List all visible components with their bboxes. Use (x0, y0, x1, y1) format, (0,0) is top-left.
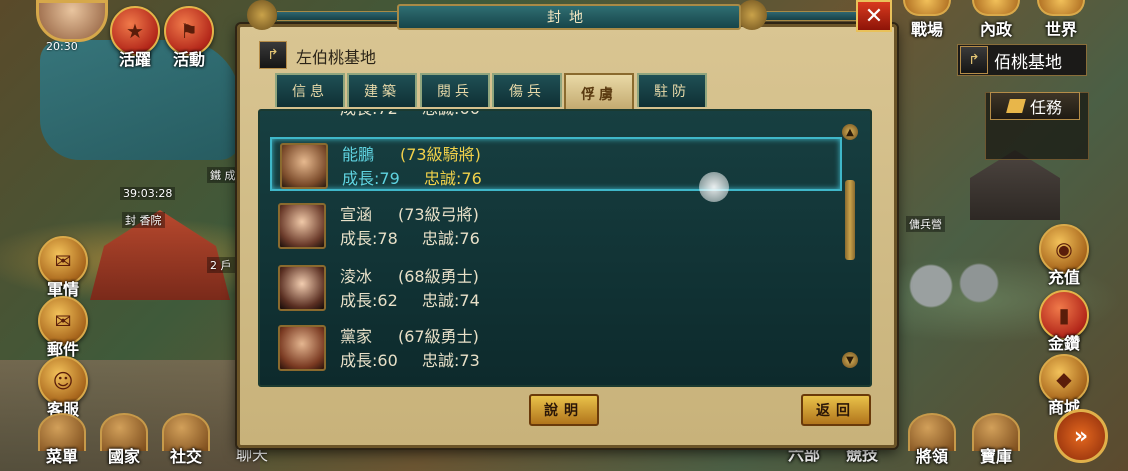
scrollbar-thumb[interactable] (845, 180, 855, 260)
ornament-icon (247, 0, 277, 30)
battlefield-icon (903, 0, 951, 16)
world-icon (1037, 0, 1085, 16)
diamond-button[interactable]: ▮ 金鑽 (1035, 290, 1093, 354)
dialog-title-bar: 封地 (247, 0, 901, 30)
map-label: 2 戶 (207, 257, 235, 273)
return-arrow-icon[interactable]: ↱ (259, 41, 287, 69)
close-button[interactable]: ✕ (856, 0, 892, 32)
menu-button[interactable]: 菜單 (32, 413, 92, 467)
touch-indicator (699, 172, 729, 202)
captive-rank: (73級弓將) (398, 205, 479, 224)
map-label: 封 香院 (122, 212, 165, 228)
mail-button[interactable]: ✉ 郵件 (34, 296, 92, 360)
captive-loyalty: 忠誠:76 (422, 229, 480, 248)
list-item[interactable]: 宣涵 (73級弓將) 成長:78 忠誠:76 (270, 199, 838, 249)
captive-rank: (68級勇士) (398, 267, 479, 286)
next-arrow-button[interactable]: » (1054, 409, 1108, 463)
map-label: 39:03:28 (120, 187, 176, 200)
captive-rank: (73級騎將) (400, 145, 481, 164)
tab-info[interactable]: 信息 (275, 73, 345, 107)
captive-growth: 成長:79 (342, 169, 400, 188)
captive-rank: (67級勇士) (398, 327, 479, 346)
captive-name: 宣涵 (340, 205, 373, 224)
tab-garrison[interactable]: 駐防 (637, 73, 707, 107)
army-tents (895, 250, 1015, 310)
captive-name: 黨家 (340, 327, 373, 346)
captive-growth: 成長:62 (340, 291, 398, 310)
help-button[interactable]: 說明 (529, 394, 599, 426)
timer-text: 20:30 (46, 40, 78, 53)
captive-list[interactable]: 成長:72 忠誠:66 能鵬 (73級騎將) 成長:79 忠誠:76 宣涵 (7… (258, 109, 872, 387)
list-item[interactable]: 黨家 (67級勇士) 成長:60 忠誠:73 (270, 321, 838, 371)
captive-name: 能鵬 (342, 145, 375, 164)
return-arrow-icon[interactable]: ↱ (960, 46, 988, 74)
military-report-button[interactable]: ✉ 軍情 (34, 236, 92, 300)
world-button[interactable]: 世界 (1031, 0, 1091, 40)
tab-buildings[interactable]: 建築 (347, 73, 417, 107)
scroll-icon (1006, 99, 1026, 113)
captive-loyalty: 忠誠:74 (422, 291, 480, 310)
scroll-down-icon[interactable]: ▼ (842, 352, 858, 368)
captive-growth: 成長:60 (340, 351, 398, 370)
map-label: 鐵 成 (207, 167, 239, 183)
captive-loyalty: 忠誠:76 (424, 169, 482, 188)
map-label: 傭兵營 (906, 216, 945, 232)
customer-service-button[interactable]: ☺ 客服 (34, 356, 92, 420)
general-portrait (278, 203, 326, 249)
treasury-button[interactable]: 寶庫 (966, 413, 1026, 467)
tab-captives[interactable]: 俘虜 (564, 73, 634, 113)
activity-button[interactable]: ★ 活躍 (106, 6, 164, 70)
fief-location-name: 左伯桃基地 (296, 48, 377, 67)
general-portrait (278, 325, 326, 371)
location-name: 佰桃基地 (994, 52, 1062, 73)
general-portrait (278, 265, 326, 311)
captive-loyalty: 忠誠:73 (422, 351, 480, 370)
list-item: 成長:72 忠誠:66 (270, 111, 838, 119)
generals-button[interactable]: 將領 (902, 413, 962, 467)
tab-wounded[interactable]: 傷兵 (492, 73, 562, 107)
general-portrait (280, 143, 328, 189)
houses (970, 150, 1060, 220)
list-item[interactable]: 能鵬 (73級騎將) 成長:79 忠誠:76 (270, 137, 842, 191)
recharge-button[interactable]: ◉ 充值 (1035, 224, 1093, 288)
nation-button[interactable]: 國家 (94, 413, 154, 467)
captive-name: 淩冰 (340, 267, 373, 286)
back-button[interactable]: 返回 (801, 394, 871, 426)
domestic-button[interactable]: 內政 (966, 0, 1026, 40)
task-button[interactable]: 任務 (990, 92, 1080, 120)
list-item[interactable]: 淩冰 (68級勇士) 成長:62 忠誠:74 (270, 261, 838, 311)
current-location[interactable]: ↱ 佰桃基地 (957, 44, 1087, 76)
ornament-icon (737, 0, 767, 30)
domestic-icon (972, 0, 1020, 16)
social-button[interactable]: 社交 (156, 413, 216, 467)
dialog-title: 封地 (397, 4, 741, 30)
player-avatar[interactable] (36, 0, 108, 42)
captive-growth: 成長:78 (340, 229, 398, 248)
events-button[interactable]: ⚑ 活動 (160, 6, 218, 70)
scroll-up-icon[interactable]: ▲ (842, 124, 858, 140)
battlefield-button[interactable]: 戰場 (897, 0, 957, 40)
tab-parade[interactable]: 閱兵 (420, 73, 490, 107)
